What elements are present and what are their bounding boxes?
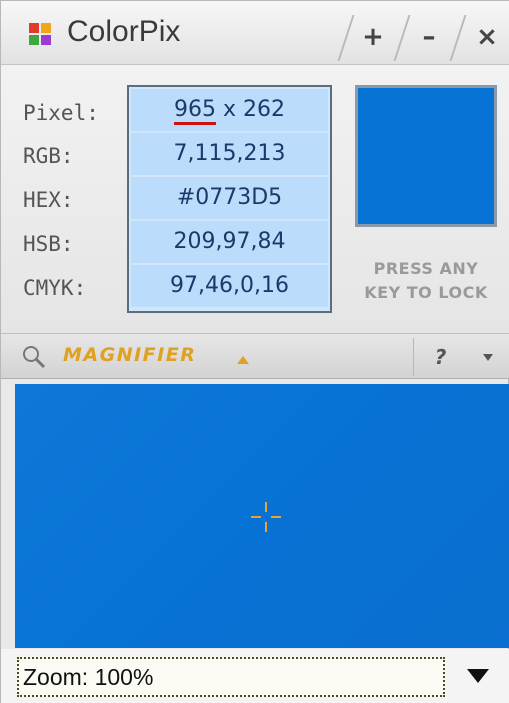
zoom-select[interactable]: Zoom: 100%: [17, 657, 445, 697]
cmyk-value[interactable]: 97,46,0,16: [131, 265, 328, 307]
caret-up-icon[interactable]: [237, 356, 249, 364]
lock-hint-line-1: PRESS ANY: [373, 259, 479, 278]
magnifier-toggle[interactable]: MAGNIFIER: [63, 344, 196, 366]
help-button[interactable]: ?: [413, 338, 467, 376]
hex-value[interactable]: #0773D5: [131, 177, 328, 219]
lock-hint-line-2: KEY TO LOCK: [364, 283, 488, 302]
hsb-label: HSB:: [23, 232, 74, 256]
hex-label: HEX:: [23, 188, 74, 212]
lock-hint: PRESS ANY KEY TO LOCK: [351, 257, 501, 305]
pixel-label: Pixel:: [23, 101, 99, 125]
app-logo-icon: [29, 23, 51, 45]
cmyk-label: CMYK:: [23, 276, 87, 300]
hsb-value[interactable]: 209,97,84: [131, 221, 328, 263]
color-values-box: 965 x 262 7,115,213 #0773D5 209,97,84 97…: [127, 85, 332, 313]
titlebar-divider: [449, 15, 467, 61]
app-title: ColorPix: [67, 15, 181, 48]
pixel-value[interactable]: 965 x 262: [131, 89, 328, 131]
magnifier-bar: MAGNIFIER ?: [1, 333, 509, 379]
magnifier-icon: [23, 346, 46, 369]
add-button[interactable]: +: [353, 17, 393, 57]
pixel-y-value: 262: [243, 97, 285, 122]
colorpix-window: ColorPix + – × Pixel: RGB: HEX: HSB: CMY…: [0, 0, 509, 703]
crosshair-icon: [251, 502, 281, 532]
titlebar-divider: [393, 15, 411, 61]
pixel-separator: x: [215, 97, 243, 122]
magnifier-view: [15, 384, 509, 648]
minimize-button[interactable]: –: [409, 17, 449, 57]
close-button[interactable]: ×: [467, 17, 507, 57]
color-swatch: [355, 85, 497, 227]
rgb-label: RGB:: [23, 144, 74, 168]
title-bar[interactable]: ColorPix + – ×: [1, 1, 509, 65]
zoom-row: Zoom: 100%: [1, 649, 509, 703]
pixel-x-value: 965: [173, 97, 216, 125]
dropdown-arrow-icon[interactable]: [467, 669, 489, 683]
rgb-value[interactable]: 7,115,213: [131, 133, 328, 175]
chevron-down-icon[interactable]: [471, 338, 507, 376]
titlebar-divider: [337, 15, 355, 61]
